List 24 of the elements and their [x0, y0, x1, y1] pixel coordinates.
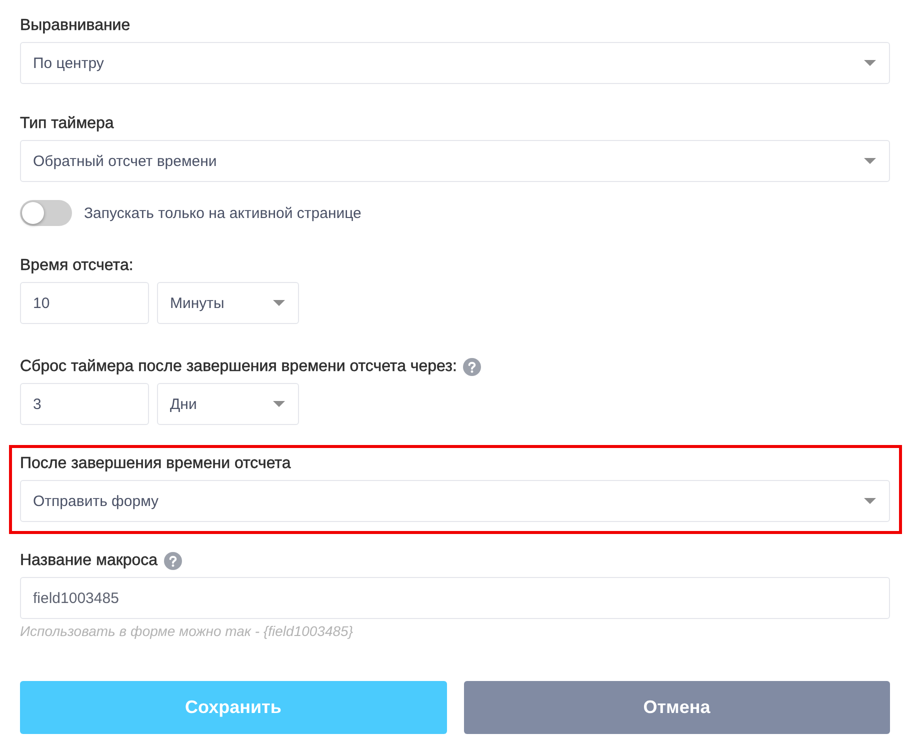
caret-icon — [864, 60, 876, 66]
number-field[interactable]: 3 — [20, 383, 149, 425]
dropdown[interactable]: Обратный отсчет времени — [20, 140, 890, 182]
caret-icon — [864, 158, 876, 164]
field-label: Время отсчета: — [20, 256, 134, 276]
dropdown[interactable]: Минуты — [157, 282, 299, 324]
field-label: Сброс таймера после завершения времени отсчета через: — [20, 357, 457, 377]
dropdown[interactable]: Отправить форму — [20, 480, 890, 522]
caret-icon — [273, 300, 285, 306]
field-label: Название макроса — [20, 551, 158, 571]
toggle-label: Запускать только на активной странице — [84, 204, 362, 222]
help-icon[interactable] — [462, 358, 481, 376]
caret-icon — [273, 401, 285, 407]
caret-icon — [864, 498, 876, 504]
field-label: После завершения времени отсчета — [20, 454, 291, 474]
dropdown[interactable]: Дни — [157, 383, 299, 425]
input-field[interactable]: field1003485 — [20, 577, 890, 619]
dropdown[interactable]: По центру — [20, 42, 890, 84]
hint-text: Использовать в форме можно так - {field1003485} — [20, 622, 353, 640]
toggle-switch[interactable] — [20, 200, 72, 226]
field-label: Выравнивание — [20, 16, 130, 36]
field-label: Тип таймера — [20, 114, 114, 134]
number-field[interactable]: 10 — [20, 282, 149, 324]
help-icon[interactable] — [164, 552, 182, 570]
